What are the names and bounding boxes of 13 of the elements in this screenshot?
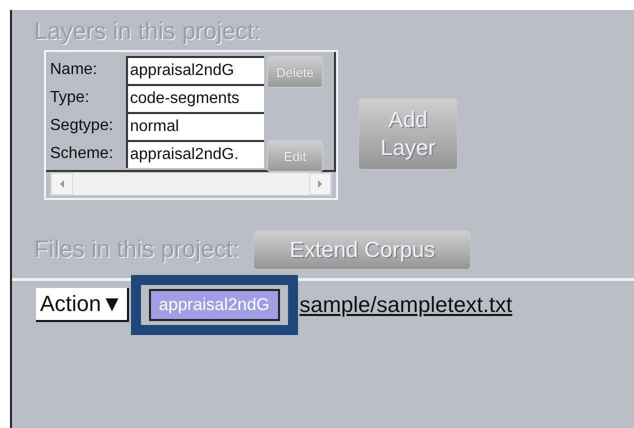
- field-label: Type:: [50, 89, 90, 107]
- text-field[interactable]: appraisal2ndG.: [126, 140, 264, 168]
- text-field[interactable]: appraisal2ndG: [126, 56, 264, 84]
- field-label: Segtype:: [50, 117, 114, 135]
- scroll-left-icon[interactable]: [51, 173, 73, 195]
- action-dropdown[interactable]: Action▼: [36, 288, 129, 322]
- scroll-right-icon[interactable]: [309, 173, 331, 195]
- field-label: Name:: [50, 61, 98, 79]
- field-label: Scheme:: [50, 145, 114, 163]
- text-field[interactable]: normal: [126, 112, 264, 140]
- horizontal-scrollbar[interactable]: [50, 172, 332, 196]
- text-field[interactable]: code-segments: [126, 84, 264, 112]
- file-link[interactable]: sample/sampletext.txt: [300, 292, 512, 318]
